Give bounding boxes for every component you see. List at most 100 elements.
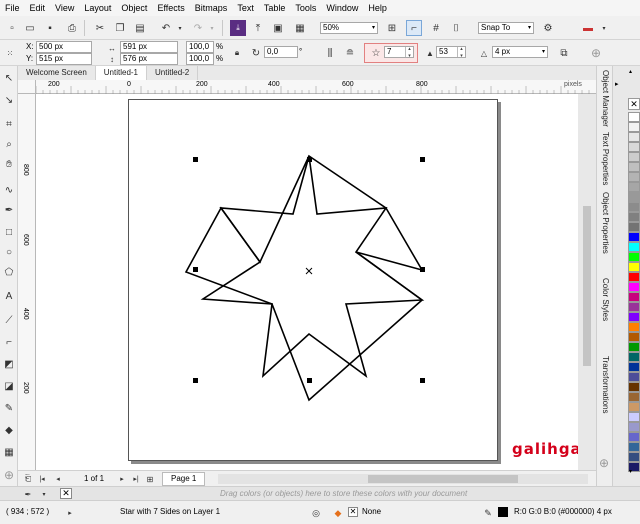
color-swatch[interactable]: [628, 432, 640, 442]
vertical-scroll-thumb[interactable]: [583, 206, 591, 366]
undo-dropdown-icon[interactable]: ▾: [172, 20, 188, 36]
color-swatch[interactable]: [628, 302, 640, 312]
interactive-fill-icon[interactable]: ◆: [2, 424, 16, 438]
horizontal-ruler[interactable]: 200 0 200 400 600 800 pixels: [36, 80, 596, 94]
selection-handle[interactable]: [420, 157, 425, 162]
parallel-dimension-icon[interactable]: ⟋: [2, 314, 16, 328]
drawing-canvas[interactable]: galihgasendra: [36, 94, 578, 470]
add-docker-icon[interactable]: ⊕: [588, 45, 604, 61]
mirror-vertical-icon[interactable]: ≘: [342, 45, 358, 61]
zoom-tool-icon[interactable]: ⌕: [2, 138, 16, 152]
artistic-media-icon[interactable]: ✒: [2, 204, 16, 218]
open-icon[interactable]: ▭: [22, 20, 38, 36]
palette-flyout-icon[interactable]: ▸: [615, 80, 619, 88]
to-front-icon[interactable]: ⧉: [556, 45, 572, 61]
menu-bitmaps[interactable]: Bitmaps: [190, 0, 233, 16]
text-tool-icon[interactable]: A: [2, 290, 16, 304]
height-field[interactable]: 576 px: [120, 53, 178, 65]
no-color-swatch[interactable]: ✕: [60, 488, 72, 499]
color-swatch[interactable]: [628, 442, 640, 452]
page-tab[interactable]: Page 1: [162, 472, 206, 486]
transparency-tool-icon[interactable]: ◪: [2, 380, 16, 394]
show-rulers-icon[interactable]: ⌐: [406, 20, 422, 36]
launch-icon[interactable]: ▬: [580, 20, 596, 36]
scale-width-field[interactable]: 100,0: [186, 41, 214, 53]
color-swatch[interactable]: [628, 402, 640, 412]
add-page-icon[interactable]: ⊞: [142, 471, 158, 487]
previous-page-icon[interactable]: ◂: [50, 471, 66, 487]
color-swatch[interactable]: [628, 312, 640, 322]
menu-window[interactable]: Window: [321, 0, 363, 16]
x-position-field[interactable]: 500 px: [36, 41, 92, 53]
color-swatch[interactable]: [628, 182, 640, 192]
chevron-down-icon[interactable]: ▾: [596, 20, 612, 36]
rotation-angle-field[interactable]: 0,0: [264, 46, 298, 58]
color-swatch[interactable]: [628, 142, 640, 152]
mirror-horizontal-icon[interactable]: ⫼: [322, 45, 338, 61]
color-swatch[interactable]: [628, 192, 640, 202]
no-color-swatch[interactable]: ✕: [628, 98, 640, 110]
color-proof-icon[interactable]: ◎: [308, 505, 324, 521]
star-outline-secondary[interactable]: [184, 154, 424, 402]
color-swatch[interactable]: [628, 202, 640, 212]
color-swatch[interactable]: [628, 412, 640, 422]
color-swatch[interactable]: [628, 292, 640, 302]
color-swatch[interactable]: [628, 112, 640, 122]
color-swatch[interactable]: [628, 252, 640, 262]
docker-tab-transformations[interactable]: Transformations: [598, 356, 612, 414]
center-marker-icon[interactable]: [305, 267, 313, 275]
zoom-level-select[interactable]: 50% ▾: [320, 22, 378, 34]
horizontal-scroll-thumb[interactable]: [368, 475, 518, 483]
object-origin-icon[interactable]: ⁙: [2, 45, 18, 61]
vertical-scrollbar[interactable]: [578, 94, 596, 470]
menu-edit[interactable]: Edit: [25, 0, 51, 16]
import-icon[interactable]: ⤓: [230, 20, 246, 36]
selected-star-shape[interactable]: [36, 94, 578, 470]
y-position-field[interactable]: 515 px: [36, 53, 92, 65]
menu-help[interactable]: Help: [363, 0, 392, 16]
add-tool-icon[interactable]: ⊕: [2, 468, 16, 482]
color-swatch[interactable]: [628, 342, 640, 352]
spin-arrows-icon[interactable]: ▴ ▾: [457, 47, 465, 57]
shape-tool-icon[interactable]: ↘: [2, 94, 16, 108]
color-eyedropper-icon[interactable]: ✎: [2, 402, 16, 416]
menu-tools[interactable]: Tools: [290, 0, 321, 16]
menu-view[interactable]: View: [50, 0, 79, 16]
drop-shadow-icon[interactable]: ◩: [2, 358, 16, 372]
pick-tool-icon[interactable]: ↖: [2, 72, 16, 86]
menu-object[interactable]: Object: [116, 0, 152, 16]
save-icon[interactable]: ▪: [42, 20, 58, 36]
color-swatch[interactable]: [628, 172, 640, 182]
palette-scroll-up-icon[interactable]: ▴: [629, 68, 632, 75]
color-swatch[interactable]: [628, 352, 640, 362]
rectangle-tool-icon[interactable]: □: [2, 226, 16, 240]
pan-tool-icon[interactable]: ✋︎: [2, 158, 16, 172]
full-screen-icon[interactable]: ⊞: [384, 20, 400, 36]
first-page-icon[interactable]: |◂: [34, 471, 50, 487]
color-swatch[interactable]: [628, 332, 640, 342]
star-sharpness-field[interactable]: 53 ▴ ▾: [436, 46, 466, 58]
show-guidelines-icon[interactable]: ⌷: [448, 20, 464, 36]
selection-handle[interactable]: [420, 267, 425, 272]
copy-icon[interactable]: ❐: [112, 20, 128, 36]
color-swatch[interactable]: [628, 322, 640, 332]
tab-untitled-1[interactable]: Untitled-1: [95, 66, 148, 80]
horizontal-scrollbar[interactable]: [218, 474, 588, 484]
selection-handle[interactable]: [307, 378, 312, 383]
color-swatch[interactable]: [628, 362, 640, 372]
snap-to-select[interactable]: Snap To ▾: [478, 22, 534, 34]
lock-ratio-icon[interactable]: 🔒︎: [229, 45, 245, 61]
color-swatch[interactable]: [628, 282, 640, 292]
freehand-tool-icon[interactable]: ∿: [2, 184, 16, 198]
show-grid-icon[interactable]: #: [428, 20, 444, 36]
color-swatch[interactable]: [628, 422, 640, 432]
docker-tab-color-styles[interactable]: Color Styles: [598, 278, 612, 321]
export-pdf-icon[interactable]: ▣: [270, 20, 286, 36]
menu-table[interactable]: Table: [259, 0, 291, 16]
cut-icon[interactable]: ✂: [92, 20, 108, 36]
color-swatch[interactable]: [628, 382, 640, 392]
color-swatch[interactable]: [628, 372, 640, 382]
color-swatch[interactable]: [628, 242, 640, 252]
color-swatch[interactable]: [628, 152, 640, 162]
selection-handle[interactable]: [193, 267, 198, 272]
